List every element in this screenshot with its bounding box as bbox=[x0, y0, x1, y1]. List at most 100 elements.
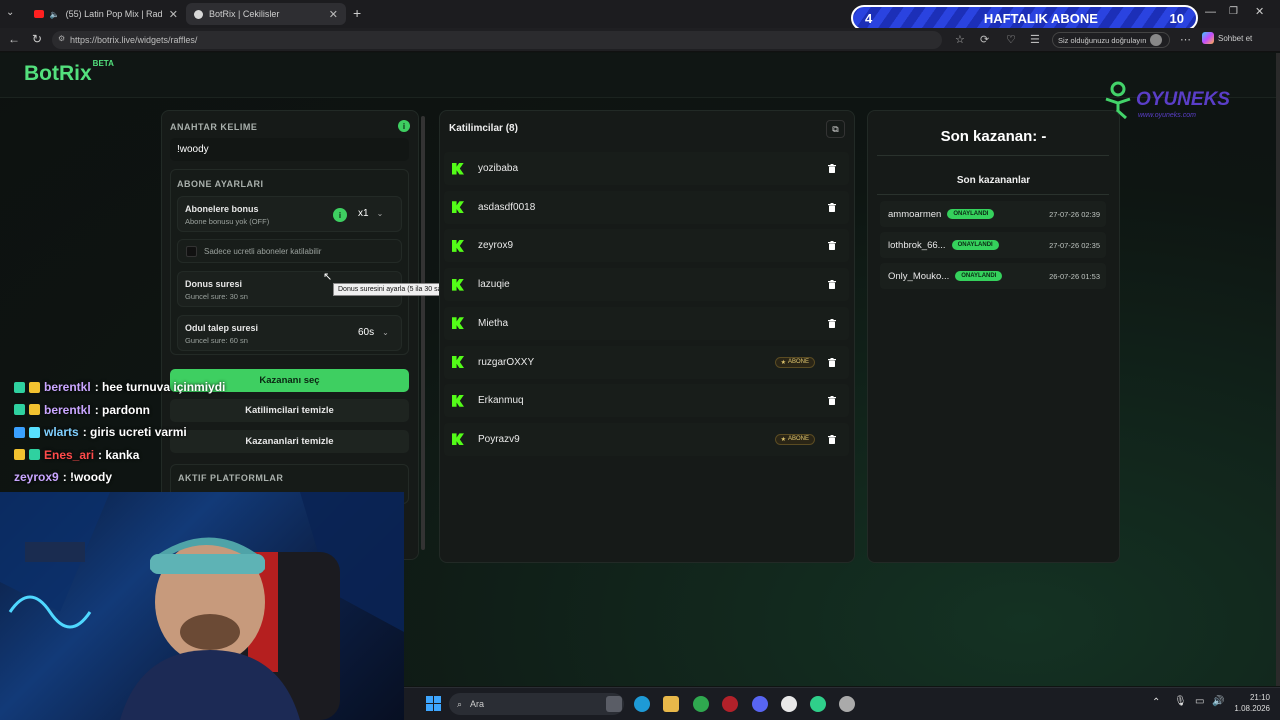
app-u-icon[interactable] bbox=[693, 696, 709, 712]
info-icon[interactable]: i bbox=[333, 208, 347, 222]
delete-participant-button[interactable] bbox=[823, 276, 841, 294]
winner-name: Only_Mouko... bbox=[888, 270, 950, 282]
app-red-icon[interactable] bbox=[722, 696, 738, 712]
favorite-star-icon[interactable]: ☆ bbox=[955, 33, 965, 46]
task-view-icon[interactable] bbox=[606, 696, 622, 712]
participant-row: Poyrazv9 ★ ABONE bbox=[444, 422, 849, 456]
chat-label: Sohbet et bbox=[1218, 33, 1253, 43]
reload-icon[interactable]: ↻ bbox=[32, 32, 42, 46]
edge-icon[interactable] bbox=[634, 696, 650, 712]
youtube-icon bbox=[34, 10, 44, 18]
botrix-logo[interactable]: BotRixBETA bbox=[24, 59, 114, 86]
only-subs-label: Sadece ucretli aboneler katilabilir bbox=[204, 247, 322, 256]
trash-icon bbox=[828, 164, 836, 173]
taskbar-search[interactable]: ⌕ Ara bbox=[449, 693, 624, 715]
clear-winners-button[interactable]: Kazananlari temizle bbox=[170, 430, 409, 453]
only-subs-row[interactable]: Sadece ucretli aboneler katilabilir bbox=[177, 239, 402, 263]
sub-settings-label: ABONE AYARLARI bbox=[177, 179, 264, 189]
sub-bonus-value: x1 bbox=[358, 208, 369, 219]
banner-current: 4 bbox=[865, 10, 873, 26]
delete-participant-button[interactable] bbox=[823, 353, 841, 371]
copilot-icon bbox=[1202, 32, 1214, 44]
keyword-input[interactable]: !woody bbox=[170, 138, 409, 161]
app-settings-icon[interactable] bbox=[839, 696, 855, 712]
app-green-icon[interactable] bbox=[810, 696, 826, 712]
sub-bonus-subtitle: Abone bonusu yok (OFF) bbox=[185, 217, 270, 226]
logo-text: BotRix bbox=[24, 62, 92, 85]
page-scrollbar[interactable] bbox=[1276, 53, 1280, 686]
info-icon[interactable]: i bbox=[398, 120, 410, 132]
delete-participant-button[interactable] bbox=[823, 314, 841, 332]
divider bbox=[877, 194, 1109, 195]
participant-name: Erkanmuq bbox=[478, 395, 524, 407]
close-icon[interactable]: ✕ bbox=[329, 8, 338, 21]
delete-participant-button[interactable] bbox=[823, 160, 841, 178]
clock-date: 1.08.2026 bbox=[1234, 704, 1270, 713]
trash-icon bbox=[828, 396, 836, 406]
tray-chevron-icon[interactable]: ⌃ bbox=[1152, 697, 1160, 708]
app-white-icon[interactable] bbox=[781, 696, 797, 712]
trash-icon bbox=[828, 280, 836, 290]
collections-icon[interactable]: ☰ bbox=[1030, 33, 1040, 46]
delete-participant-button[interactable] bbox=[823, 430, 841, 448]
claim-time-select[interactable]: 60s ⌄ bbox=[358, 327, 389, 338]
mouse-cursor-icon: ↖ bbox=[323, 271, 333, 283]
copilot-chat-button[interactable]: Sohbet et bbox=[1202, 32, 1252, 44]
delete-participant-button[interactable] bbox=[823, 237, 841, 255]
winner-row: ammoarmen ONAYLANDI 27-07-26 02:39 bbox=[880, 201, 1106, 227]
verify-button[interactable]: Siz olduğunuzu doğrulayın bbox=[1052, 32, 1170, 48]
chat-username: Enes_ari bbox=[44, 447, 95, 462]
tab-botrix[interactable]: BotRix | Cekilisler ✕ bbox=[186, 3, 346, 25]
volume-icon[interactable]: 🔊 bbox=[1212, 696, 1224, 707]
claim-time-title: Odul talep suresi bbox=[185, 323, 259, 333]
kick-platform-icon bbox=[452, 394, 464, 407]
new-tab-icon[interactable]: + bbox=[353, 5, 361, 21]
delete-participant-button[interactable] bbox=[823, 392, 841, 410]
url-field[interactable]: ⚙ https://botrix.live/widgets/raffles/ bbox=[52, 31, 942, 49]
maximize-icon[interactable]: ❐ bbox=[1229, 6, 1238, 17]
claim-time-value: 60s bbox=[358, 327, 375, 338]
back-icon[interactable]: ← bbox=[8, 32, 20, 46]
close-icon[interactable]: ✕ bbox=[169, 8, 178, 21]
winner-name: ammoarmen bbox=[888, 208, 942, 220]
star-icon: ★ bbox=[780, 359, 786, 366]
close-window-icon[interactable]: ✕ bbox=[1255, 5, 1264, 18]
copy-icon[interactable]: ⧉ bbox=[826, 120, 845, 138]
divider bbox=[877, 155, 1109, 156]
kick-platform-icon bbox=[452, 317, 464, 330]
settings-scrollbar[interactable] bbox=[421, 116, 425, 550]
network-icon[interactable]: ▭ bbox=[1195, 696, 1204, 707]
minimize-icon[interactable]: — bbox=[1205, 6, 1216, 18]
webcam-feed bbox=[0, 492, 404, 720]
participant-row: Erkanmuq bbox=[444, 384, 849, 418]
taskbar-search-label: Ara bbox=[470, 699, 485, 709]
sub-bonus-select[interactable]: x1 ⌄ bbox=[358, 208, 383, 219]
chat-text: : giris ucreti varmi bbox=[82, 425, 187, 439]
more-menu-icon[interactable]: ⋯ bbox=[1180, 33, 1191, 46]
microphone-icon[interactable]: 🎙 bbox=[1174, 696, 1187, 707]
chat-message: wlarts: giris ucreti varmi bbox=[14, 425, 187, 439]
chat-badge-icon bbox=[14, 426, 25, 438]
taskbar-clock[interactable]: 21:10 1.08.2026 bbox=[1232, 692, 1270, 714]
site-info-icon[interactable]: ⚙ bbox=[58, 34, 65, 43]
tab-list-icon[interactable]: ⌄ bbox=[6, 7, 14, 18]
banner-goal: 10 bbox=[1169, 10, 1184, 26]
discord-icon[interactable] bbox=[752, 696, 768, 712]
windows-start-icon[interactable] bbox=[426, 696, 441, 711]
chat-badge-icon bbox=[29, 404, 40, 415]
sponsor-site: www.oyuneks.com bbox=[1138, 112, 1196, 119]
chat-message: berentkl: pardonn bbox=[14, 403, 150, 417]
delete-participant-button[interactable] bbox=[823, 198, 841, 216]
chat-message: zeyrox9: !woody bbox=[14, 470, 112, 484]
claim-time-subtitle: Guncel sure: 60 sn bbox=[185, 336, 248, 345]
streamer-image bbox=[0, 492, 404, 720]
file-explorer-icon[interactable] bbox=[663, 696, 679, 712]
winner-row: Only_Mouko... ONAYLANDI 26-07-26 01:53 bbox=[880, 263, 1106, 289]
extension-icon[interactable]: ⟳ bbox=[980, 33, 989, 46]
clear-participants-button[interactable]: Katilimcilari temizle bbox=[170, 399, 409, 422]
kick-platform-icon bbox=[452, 278, 464, 291]
tab-youtube[interactable]: 🔈 (55) Latin Pop Mix | Radio Hit ✕ bbox=[26, 3, 186, 25]
browser-essentials-icon[interactable]: ♡ bbox=[1006, 33, 1016, 46]
clock-time: 21:10 bbox=[1249, 693, 1270, 702]
only-subs-checkbox[interactable] bbox=[186, 246, 197, 257]
